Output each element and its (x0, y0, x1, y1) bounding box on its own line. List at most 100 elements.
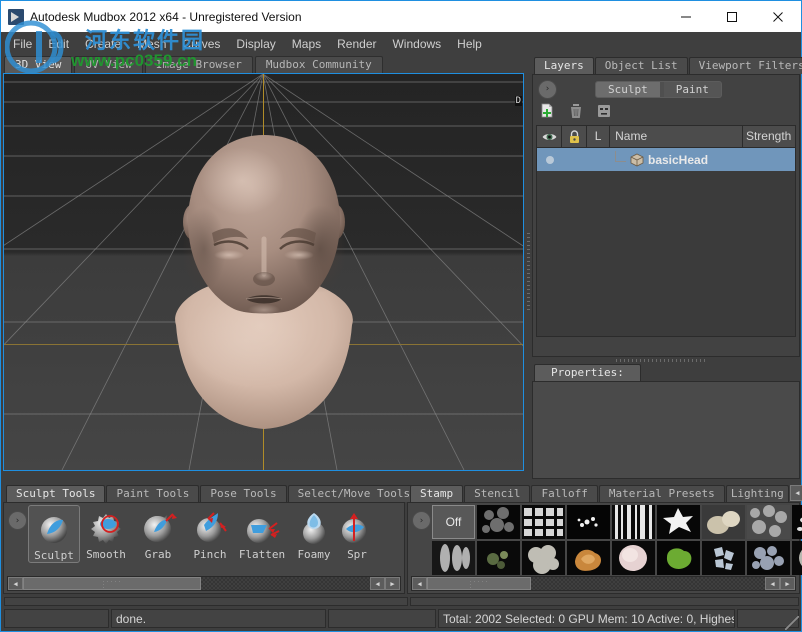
menu-windows[interactable]: Windows (384, 34, 449, 54)
stamp-off[interactable]: Off (432, 505, 475, 539)
status-slot-2[interactable] (328, 609, 436, 628)
close-button[interactable] (755, 1, 801, 32)
resize-grip[interactable] (785, 616, 799, 630)
toggle-sculpt[interactable]: Sculpt (596, 81, 660, 97)
expand-arrow-icon[interactable]: › (8, 511, 27, 530)
row-visibility-dot[interactable] (537, 155, 563, 164)
tab-stamp[interactable]: Stamp (410, 485, 464, 502)
tool-tray-scrollbar[interactable]: ◀ ◀ ▶ (7, 576, 401, 591)
menu-create[interactable]: Create (77, 34, 129, 54)
delete-layer-icon[interactable] (568, 103, 584, 119)
tab-material-presets[interactable]: Material Presets (598, 485, 725, 502)
tab-mudbox-community[interactable]: Mudbox Community (254, 56, 383, 73)
scroll-thumb[interactable] (23, 577, 201, 590)
vertical-splitter[interactable] (525, 73, 532, 471)
tab-stencil[interactable]: Stencil (464, 485, 531, 502)
basic-head-model[interactable] (134, 129, 394, 471)
menu-curves[interactable]: Curves (174, 34, 228, 54)
tab-properties[interactable]: Properties: (534, 364, 641, 381)
list-item[interactable] (612, 505, 655, 539)
tab-sculpt-tools[interactable]: Sculpt Tools (6, 485, 106, 502)
expand-arrow-icon[interactable]: › (412, 511, 431, 530)
tab-paint-tools[interactable]: Paint Tools (106, 485, 200, 502)
scroll-track[interactable] (201, 577, 370, 590)
column-visibility[interactable] (537, 126, 563, 147)
list-item[interactable] (432, 541, 475, 575)
menu-bar: File Edit Create Mesh Curves Display Map… (1, 32, 801, 56)
list-item[interactable] (747, 505, 790, 539)
maximize-button[interactable] (709, 1, 755, 32)
tab-layers[interactable]: Layers (534, 57, 594, 74)
horizontal-splitter[interactable] (532, 357, 800, 364)
scroll-right-arrow[interactable]: ▶ (385, 577, 400, 590)
tool-pinch[interactable]: Pinch (184, 505, 236, 561)
tab-lighting[interactable]: Lighting (725, 485, 789, 502)
list-item[interactable] (477, 541, 520, 575)
scroll-left-arrow[interactable]: ◀ (412, 577, 427, 590)
tab-uv-view[interactable]: UV View (74, 56, 143, 73)
menu-display[interactable]: Display (228, 34, 283, 54)
list-item[interactable] (567, 505, 610, 539)
window-controls (663, 1, 801, 32)
list-item[interactable] (657, 541, 700, 575)
menu-file[interactable]: File (5, 34, 40, 54)
menu-edit[interactable]: Edit (40, 34, 77, 54)
toggle-paint[interactable]: Paint (664, 82, 721, 97)
row-name-cell: basicHead (615, 151, 708, 168)
list-item[interactable] (747, 541, 790, 575)
column-lock[interactable] (562, 126, 588, 147)
list-item[interactable] (702, 541, 745, 575)
sculpt-paint-toggle[interactable]: Sculpt Paint (595, 80, 722, 98)
expand-arrow-icon[interactable]: › (538, 79, 557, 99)
status-bar-main: done. Total: 2002 Selected: 0 GPU Mem: 1… (4, 609, 799, 628)
tool-smooth[interactable]: Smooth (80, 505, 132, 561)
list-item[interactable] (702, 505, 745, 539)
mask-layer-icon[interactable] (596, 103, 612, 119)
tool-flatten[interactable]: Flatten (236, 505, 288, 561)
3d-viewport[interactable]: D (3, 73, 524, 471)
menu-help[interactable]: Help (449, 34, 490, 54)
list-item[interactable] (792, 541, 802, 575)
list-item[interactable] (657, 505, 700, 539)
tab-object-list[interactable]: Object List (594, 57, 688, 74)
menu-maps[interactable]: Maps (284, 34, 329, 54)
scroll-left-arrow-2[interactable]: ◀ (765, 577, 780, 590)
tool-foamy[interactable]: Foamy (288, 505, 340, 561)
list-item[interactable] (522, 541, 565, 575)
scroll-thumb[interactable] (427, 577, 531, 590)
new-layer-icon[interactable] (540, 103, 556, 119)
list-item[interactable] (567, 541, 610, 575)
tab-select-move-tools[interactable]: Select/Move Tools (287, 485, 421, 502)
tab-3d-view[interactable]: 3D View (4, 56, 73, 73)
scroll-track[interactable] (531, 577, 765, 590)
stamp-tray-scrollbar[interactable]: ◀ ◀ ▶ (411, 576, 796, 591)
tab-nav-prev[interactable]: ◀ (789, 485, 802, 501)
tool-spray[interactable]: Spr (340, 505, 374, 561)
stamp-grid: Off (432, 505, 802, 575)
status-slot-1[interactable] (4, 609, 109, 628)
list-item[interactable] (477, 505, 520, 539)
menu-mesh[interactable]: Mesh (129, 34, 174, 54)
tool-tray-expand[interactable]: › (6, 505, 28, 530)
stamp-tray-expand[interactable]: › (410, 505, 432, 530)
tab-viewport-filters[interactable]: Viewport Filters (688, 57, 802, 74)
column-l[interactable]: L (587, 126, 611, 147)
tab-pose-tools[interactable]: Pose Tools (200, 485, 287, 502)
tool-label: Grab (144, 548, 172, 561)
list-item[interactable] (612, 541, 655, 575)
list-item[interactable] (522, 505, 565, 539)
scroll-right-arrow[interactable]: ▶ (780, 577, 795, 590)
minimize-button[interactable] (663, 1, 709, 32)
column-strength[interactable]: Strength (743, 126, 795, 147)
tool-label: Foamy (297, 548, 331, 561)
tool-grab[interactable]: Grab (132, 505, 184, 561)
column-name[interactable]: Name (610, 126, 743, 147)
menu-render[interactable]: Render (329, 34, 384, 54)
scroll-left-arrow[interactable]: ◀ (8, 577, 23, 590)
tab-image-browser[interactable]: Image Browser (144, 56, 253, 73)
list-item[interactable] (792, 505, 802, 539)
tool-sculpt[interactable]: Sculpt (28, 505, 80, 563)
scroll-left-arrow-2[interactable]: ◀ (370, 577, 385, 590)
table-row[interactable]: basicHead (537, 148, 795, 171)
tab-falloff[interactable]: Falloff (531, 485, 598, 502)
